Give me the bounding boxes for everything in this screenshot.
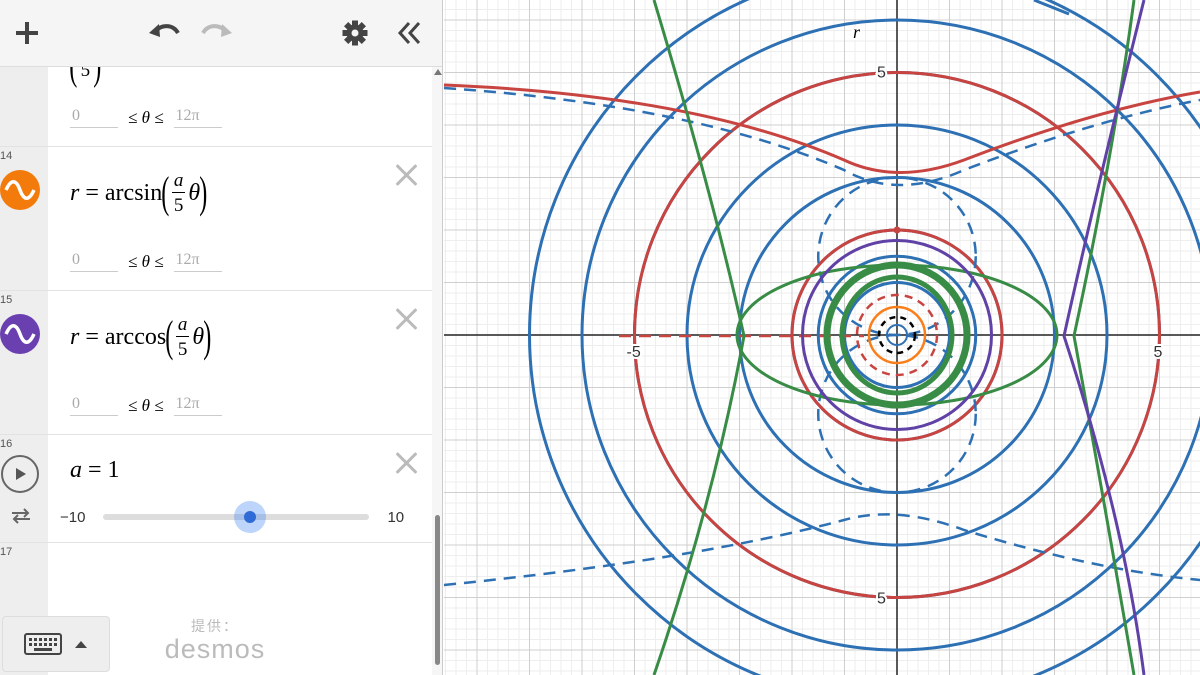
- add-expression-button[interactable]: [8, 14, 46, 52]
- powered-by-label: 提供：: [191, 618, 239, 634]
- expression-number: 14: [0, 150, 13, 162]
- expression-formula[interactable]: r = arccos ( a5 θ ): [70, 315, 211, 360]
- domain-min-input[interactable]: 0: [70, 395, 118, 416]
- slider-track[interactable]: [103, 501, 370, 533]
- domain-row: 0 ≤ θ ≤ 12π: [70, 251, 222, 272]
- slider-min-label[interactable]: −10: [60, 509, 85, 526]
- desmos-logo: desmos: [164, 634, 266, 664]
- expression-number: 17: [0, 546, 13, 558]
- graph-canvas[interactable]: -5 5 5 5 r: [444, 0, 1200, 675]
- redo-button[interactable]: [198, 14, 236, 52]
- graph-visibility-icon[interactable]: [0, 314, 40, 354]
- expression-toolbar: [0, 0, 442, 67]
- curve-green: [652, 0, 746, 675]
- graph-visibility-icon[interactable]: [0, 170, 40, 210]
- settings-button[interactable]: [336, 14, 374, 52]
- domain-row: 0 ≤ θ ≤ 12π: [70, 395, 222, 416]
- domain-max-input[interactable]: 12π: [173, 251, 222, 272]
- expression-row[interactable]: ( 5 ) 0 ≤ θ ≤ 12π: [0, 67, 432, 147]
- slider-settings-button[interactable]: [10, 507, 32, 530]
- x-tick-label: 5: [1154, 344, 1163, 361]
- delete-expression-button[interactable]: [392, 449, 420, 477]
- delete-expression-button[interactable]: [392, 161, 420, 189]
- expression-formula[interactable]: r = arcsin ( a5 θ ): [70, 171, 208, 216]
- wave-icon: [4, 180, 36, 200]
- expression-formula[interactable]: ( 5 ): [69, 67, 101, 96]
- powered-by-desmos: 提供： desmos: [150, 616, 280, 665]
- play-icon: [16, 468, 26, 480]
- keyboard-toggle-button[interactable]: [2, 616, 110, 672]
- domain-row: 0 ≤ θ ≤ 12π: [70, 107, 222, 128]
- x-tick-label: -5: [627, 344, 641, 361]
- delete-expression-button[interactable]: [392, 305, 420, 333]
- expression-formula[interactable]: a = 1: [70, 457, 120, 484]
- undo-icon: [149, 24, 180, 37]
- caret-up-icon: [75, 641, 87, 648]
- curve-blue-dashed-arc: [444, 513, 1200, 587]
- scrollbar[interactable]: [432, 67, 442, 675]
- slider-thumb[interactable]: [233, 501, 266, 533]
- domain-max-input[interactable]: 12π: [173, 107, 222, 128]
- expression-row[interactable]: 14 r = arcsin ( a5 θ ) 0 ≤ θ ≤ 12π: [0, 147, 432, 291]
- slider-max-label[interactable]: 10: [387, 509, 404, 526]
- axis-label-r: r: [853, 22, 861, 42]
- graph-svg[interactable]: -5 5 5 5 r: [444, 0, 1200, 675]
- expression-row[interactable]: 15 r = arccos ( a5 θ ) 0 ≤ θ ≤ 12π: [0, 291, 432, 435]
- domain-max-input[interactable]: 12π: [173, 395, 222, 416]
- redo-icon: [201, 24, 232, 37]
- double-chevron-left-icon: [397, 21, 421, 45]
- expression-number: 16: [0, 438, 13, 450]
- scrollbar-thumb[interactable]: [435, 515, 440, 665]
- play-slider-button[interactable]: [1, 455, 39, 493]
- slider-row: −10 10: [60, 501, 430, 533]
- point-red: [893, 226, 901, 234]
- undo-button[interactable]: [145, 14, 183, 52]
- expression-list: ( 5 ) 0 ≤ θ ≤ 12π 14 r = arcsin (a 5 θ …: [0, 67, 432, 675]
- collapse-panel-button[interactable]: [390, 14, 428, 52]
- gear-icon: [342, 20, 368, 46]
- y-tick-label: 5: [877, 65, 886, 82]
- keyboard-icon: [24, 633, 62, 655]
- expression-number: 15: [0, 294, 13, 306]
- plus-icon: [16, 22, 38, 44]
- expression-panel: ( 5 ) 0 ≤ θ ≤ 12π 14 r = arcsin (a 5 θ …: [0, 0, 443, 675]
- domain-min-input[interactable]: 0: [70, 251, 118, 272]
- expression-row[interactable]: 16 a = 1 −10 10: [0, 435, 432, 543]
- wave-icon: [4, 324, 36, 344]
- curve-blue-dashed-arc: [444, 86, 1200, 187]
- y-tick-label: 5: [877, 591, 886, 608]
- loop-arrows-icon: [12, 508, 30, 524]
- scroll-up-arrow-icon[interactable]: [434, 69, 442, 75]
- domain-min-input[interactable]: 0: [70, 107, 118, 128]
